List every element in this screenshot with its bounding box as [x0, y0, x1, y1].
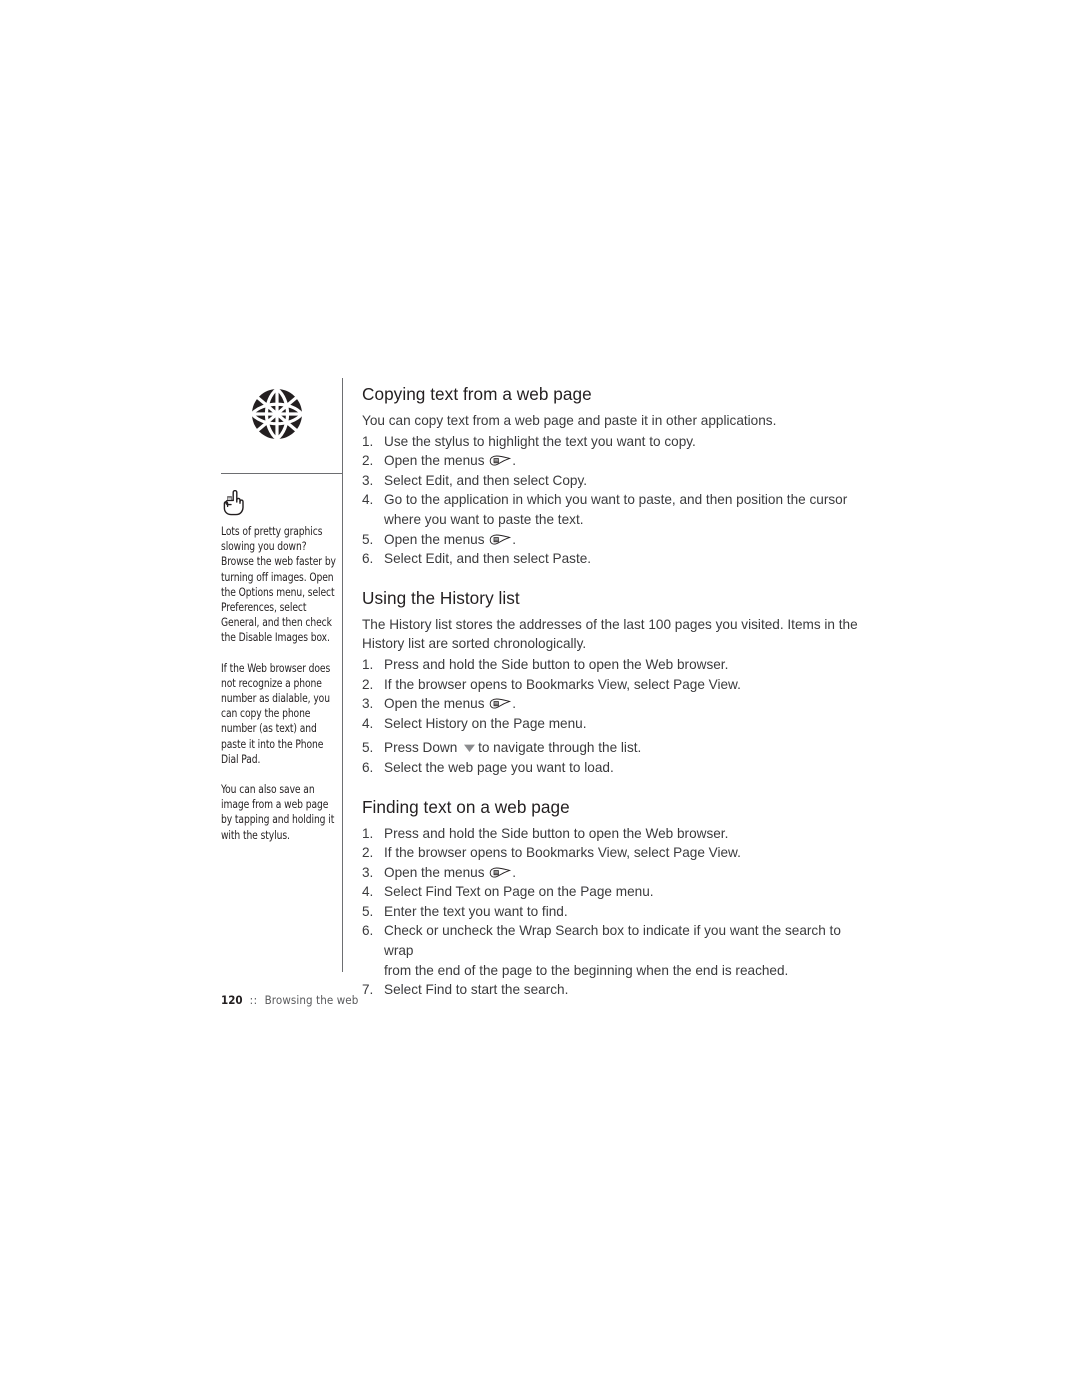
menu-button-icon — [489, 534, 512, 546]
step-text: If the browser opens to Bookmarks View, … — [384, 676, 741, 692]
pointing-hand-icon — [221, 490, 339, 516]
step-item: 3. Open the menus . — [362, 694, 872, 714]
step-item: 2. If the browser opens to Bookmarks Vie… — [362, 675, 872, 695]
sidebar-note: Lots of pretty graphics slowing you down… — [221, 524, 336, 645]
step-text: If the browser opens to Bookmarks View, … — [384, 845, 741, 861]
step-item: 3. Open the menus . — [362, 863, 872, 883]
step-item: 3. Select Edit, and then select Copy. — [362, 471, 872, 491]
step-text-post: . — [512, 531, 517, 547]
section-intro: You can copy text from a web page and pa… — [362, 413, 777, 428]
main-content-column: Copying text from a web page You can cop… — [362, 383, 872, 1000]
step-text-continuation: where you want to paste the text. — [384, 511, 584, 527]
step-number: 5. — [362, 531, 374, 547]
step-text: Use the stylus to highlight the text you… — [384, 433, 696, 449]
step-item: 5. Press Down to navigate through the li… — [362, 738, 872, 758]
step-item: 5. Open the menus . — [362, 530, 872, 550]
tip-icon-wrap — [221, 490, 339, 520]
chapter-icon-wrap — [221, 386, 333, 448]
manual-page: Lots of pretty graphics slowing you down… — [0, 0, 1080, 1397]
step-text-post: . — [512, 453, 517, 469]
step-item: 2. Open the menus . — [362, 451, 872, 471]
step-text: Select Edit, and then select Paste. — [384, 551, 592, 567]
column-divider-rule — [342, 378, 343, 972]
step-item: 4. Go to the application in which you wa… — [362, 490, 872, 529]
step-number: 6. — [362, 759, 374, 775]
step-text: Open the menus — [384, 864, 485, 880]
step-item: 6. Check or uncheck the Wrap Search box … — [362, 921, 872, 980]
page-footer: 120:: Browsing the web — [221, 993, 358, 1008]
sidebar-horizontal-rule — [221, 473, 342, 474]
step-number: 1. — [362, 433, 374, 449]
menu-button-icon — [489, 867, 512, 879]
step-list: 1. Press and hold the Side button to ope… — [362, 824, 872, 1000]
step-number: 6. — [362, 923, 374, 939]
down-arrow-icon — [463, 743, 476, 753]
step-text: Open the menus — [384, 453, 485, 469]
step-item: 2. If the browser opens to Bookmarks Vie… — [362, 843, 872, 863]
step-list: 1. Use the stylus to highlight the text … — [362, 432, 872, 569]
step-text: Select Find to start the search. — [384, 982, 569, 998]
step-item: 1. Press and hold the Side button to ope… — [362, 655, 872, 675]
step-number: 4. — [362, 492, 374, 508]
step-text-continuation: from the end of the page to the beginnin… — [384, 962, 789, 978]
step-text: Go to the application in which you want … — [384, 492, 848, 508]
section-finding-text: Finding text on a web page 1. Press and … — [362, 796, 872, 1000]
section-intro: The History list stores the addresses of… — [362, 616, 858, 652]
step-item: 5. Enter the text you want to find. — [362, 902, 872, 922]
step-number: 7. — [362, 982, 374, 998]
step-text: Select Edit, and then select Copy. — [384, 472, 588, 488]
step-text: Open the menus — [384, 696, 485, 712]
step-number: 1. — [362, 825, 374, 841]
step-text: Select the web page you want to load. — [384, 759, 614, 775]
step-item: 1. Use the stylus to highlight the text … — [362, 432, 872, 452]
step-text: Press and hold the Side button to open t… — [384, 656, 729, 672]
step-number: 5. — [362, 903, 374, 919]
step-text: Enter the text you want to find. — [384, 903, 568, 919]
step-number: 2. — [362, 453, 374, 469]
step-number: 5. — [362, 740, 374, 756]
step-item: 4. Select Find Text on Page on the Page … — [362, 882, 872, 902]
page-number: 120 — [221, 993, 243, 1007]
step-number: 2. — [362, 845, 374, 861]
section-heading: Finding text on a web page — [362, 796, 570, 817]
step-text: Press Down — [384, 740, 458, 756]
sidebar-tips: Lots of pretty graphics slowing you down… — [221, 490, 339, 843]
section-copying-text: Copying text from a web page You can cop… — [362, 383, 872, 569]
step-number: 3. — [362, 696, 374, 712]
step-text: Check or uncheck the Wrap Search box to … — [384, 923, 841, 959]
step-text: Press and hold the Side button to open t… — [384, 825, 729, 841]
step-item: 1. Press and hold the Side button to ope… — [362, 824, 872, 844]
step-number: 4. — [362, 884, 374, 900]
step-item: 7. Select Find to start the search. — [362, 980, 872, 1000]
step-item: 6. Select Edit, and then select Paste. — [362, 549, 872, 569]
section-heading: Using the History list — [362, 587, 520, 608]
step-number: 6. — [362, 551, 374, 567]
step-text-post: . — [512, 864, 517, 880]
section-history-list: Using the History list The History list … — [362, 587, 872, 778]
step-text: Open the menus — [384, 531, 485, 547]
running-title: Browsing the web — [264, 993, 359, 1007]
step-number: 3. — [362, 864, 374, 880]
step-number: 4. — [362, 715, 374, 731]
section-heading: Copying text from a web page — [362, 384, 592, 404]
step-number: 1. — [362, 656, 374, 672]
sidebar-note: You can also save an image from a web pa… — [221, 782, 335, 842]
menu-button-icon — [489, 698, 512, 710]
step-text-post: to navigate through the list. — [478, 740, 642, 756]
step-text: Select History on the Page menu. — [384, 715, 587, 731]
step-item: 6. Select the web page you want to load. — [362, 758, 872, 778]
step-text-post: . — [512, 696, 517, 712]
footer-separator: :: — [249, 993, 258, 1007]
step-number: 2. — [362, 676, 374, 692]
step-item: 4. Select History on the Page menu. — [362, 714, 872, 734]
globe-icon — [249, 386, 305, 442]
sidebar-column — [221, 386, 333, 448]
sidebar-note: If the Web browser does not recognize a … — [221, 660, 331, 766]
step-number: 3. — [362, 472, 374, 488]
step-text: Select Find Text on Page on the Page men… — [384, 884, 654, 900]
menu-button-icon — [489, 455, 512, 467]
step-list: 1. Press and hold the Side button to ope… — [362, 655, 872, 778]
